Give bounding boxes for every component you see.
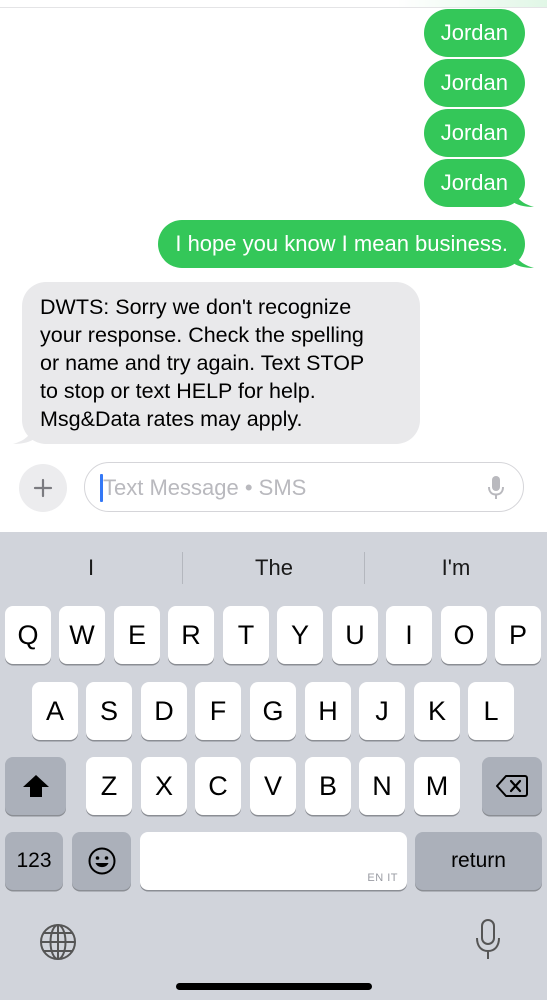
message-thread[interactable]: Jordan Jordan Jordan Jordan I hope you k… [0,0,547,460]
outgoing-message[interactable]: Jordan [423,9,525,57]
keyboard: I The I'm Q W E R T Y U I O P A S D F G … [0,532,547,1000]
emoji-key[interactable] [72,832,131,890]
key-a[interactable]: A [32,682,78,740]
key-r[interactable]: R [168,606,214,664]
message-input[interactable]: Text Message • SMS [84,462,524,512]
key-i[interactable]: I [386,606,432,664]
message-line: DWTS: Sorry we don't recognize [40,295,352,319]
space-language-label: EN IT [367,872,398,884]
add-attachment-button[interactable] [19,464,67,512]
message-text: Jordan [440,170,508,195]
key-q[interactable]: Q [5,606,51,664]
key-b[interactable]: B [305,757,351,815]
outgoing-message[interactable]: Jordan [423,59,525,107]
message-line: your response. Check the spelling [40,323,364,347]
delete-icon [496,775,528,797]
key-p[interactable]: P [495,606,541,664]
message-line: to stop or text HELP for help. [40,379,316,403]
microphone-icon[interactable] [473,918,503,962]
outgoing-message[interactable]: I hope you know I mean business. [158,220,534,268]
home-indicator[interactable] [176,983,372,990]
key-o[interactable]: O [441,606,487,664]
key-n[interactable]: N [359,757,405,815]
bubble-tail-icon [512,248,534,268]
emoji-icon [88,847,115,875]
key-f[interactable]: F [195,682,241,740]
key-e[interactable]: E [114,606,160,664]
bubble-tail-icon [13,424,35,444]
key-h[interactable]: H [305,682,351,740]
key-j[interactable]: J [359,682,405,740]
message-text: Jordan [440,70,508,95]
key-g[interactable]: G [250,682,296,740]
key-m[interactable]: M [414,757,460,815]
return-key[interactable]: return [415,832,542,890]
message-text: Jordan [440,120,508,145]
shift-icon [22,775,49,797]
key-w[interactable]: W [59,606,105,664]
shift-key[interactable] [5,757,66,815]
outgoing-message[interactable]: Jordan [423,159,534,207]
microphone-icon[interactable] [487,475,505,501]
key-c[interactable]: C [195,757,241,815]
key-t[interactable]: T [223,606,269,664]
key-z[interactable]: Z [86,757,132,815]
message-line: or name and try again. Text STOP [40,351,365,375]
bubble-tail-icon [512,187,534,207]
numbers-key[interactable]: 123 [5,832,63,890]
message-line: Msg&Data rates may apply. [40,407,303,431]
predictive-bar: I The I'm [0,546,547,590]
suggestion-item[interactable]: The [183,546,365,590]
suggestion-item[interactable]: I'm [365,546,547,590]
key-d[interactable]: D [141,682,187,740]
suggestion-item[interactable]: I [0,546,182,590]
space-key[interactable]: EN IT [140,832,407,890]
key-l[interactable]: L [468,682,514,740]
key-v[interactable]: V [250,757,296,815]
incoming-message[interactable]: DWTS: Sorry we don't recognize your resp… [13,282,420,444]
key-k[interactable]: K [414,682,460,740]
key-u[interactable]: U [332,606,378,664]
message-input-placeholder: Text Message • SMS [103,475,307,500]
delete-key[interactable] [482,757,542,815]
message-text: I hope you know I mean business. [175,231,508,256]
plus-icon [33,478,53,498]
message-text: Jordan [440,20,508,45]
outgoing-message[interactable]: Jordan [423,109,525,157]
globe-icon[interactable] [38,922,78,962]
message-composer: Text Message • SMS [0,455,547,533]
key-s[interactable]: S [86,682,132,740]
key-x[interactable]: X [141,757,187,815]
key-y[interactable]: Y [277,606,323,664]
